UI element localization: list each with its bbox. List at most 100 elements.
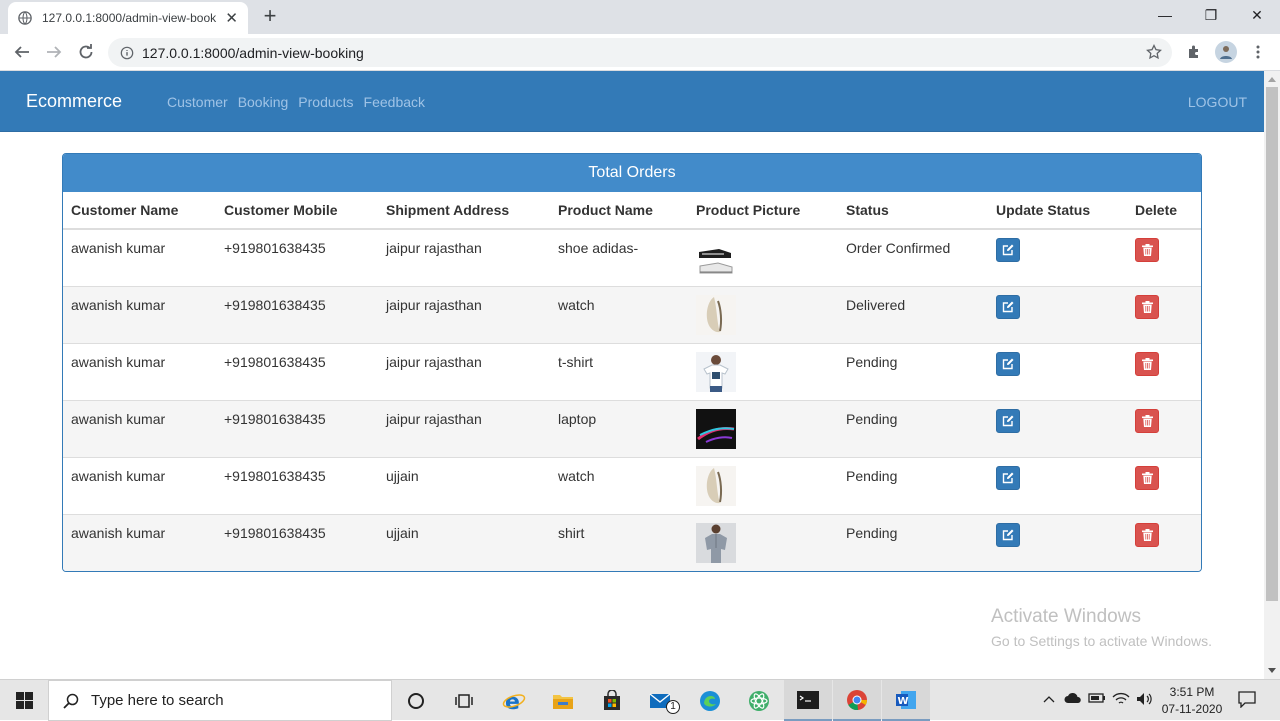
nav-links: Customer Booking Products Feedback (167, 94, 425, 110)
brand-logo[interactable]: Ecommerce (26, 91, 122, 112)
tab-title: 127.0.0.1:8000/admin-view-book (42, 11, 217, 25)
cell-customer-mobile: +919801638435 (216, 399, 378, 457)
trash-icon (1141, 244, 1153, 256)
delete-button[interactable] (1135, 238, 1159, 262)
cell-customer-name: awanish kumar (63, 456, 216, 514)
cell-update-status (988, 285, 1127, 343)
forward-arrow-icon (47, 46, 62, 58)
extensions-puzzle-icon[interactable] (1183, 41, 1205, 63)
watermark-subtitle: Go to Settings to activate Windows. (991, 633, 1212, 649)
delete-button[interactable] (1135, 351, 1159, 376)
cell-product-name: watch (550, 285, 688, 343)
update-status-button[interactable] (996, 522, 1020, 547)
orders-table-body: awanish kumar +919801638435 jaipur rajasth… (63, 228, 1201, 571)
internet-explorer-icon[interactable]: e (490, 680, 538, 721)
nav-link-booking[interactable]: Booking (238, 94, 289, 110)
cell-product-picture (688, 513, 838, 571)
restore-button[interactable]: ❐ (1188, 0, 1234, 30)
cell-update-status (988, 342, 1127, 400)
scroll-up-arrow[interactable] (1268, 77, 1276, 82)
search-icon (63, 693, 79, 709)
word-icon[interactable]: W (882, 680, 930, 721)
network-icon[interactable] (1112, 692, 1130, 709)
table-header-row: Customer Name Customer Mobile Shipment A… (63, 192, 1201, 230)
update-status-button[interactable] (996, 351, 1020, 376)
browser-tab[interactable]: 127.0.0.1:8000/admin-view-book ✕ (8, 2, 248, 34)
tab-close-icon[interactable]: ✕ (225, 9, 238, 27)
cell-product-picture (688, 456, 838, 514)
terminal-icon[interactable] (784, 680, 832, 721)
profile-avatar[interactable] (1215, 41, 1237, 63)
nav-link-customer[interactable]: Customer (167, 94, 228, 110)
nav-link-products[interactable]: Products (298, 94, 353, 110)
new-tab-button[interactable]: + (258, 4, 282, 28)
delete-button[interactable] (1135, 522, 1159, 547)
edge-icon[interactable] (686, 680, 734, 721)
address-bar[interactable]: 127.0.0.1:8000/admin-view-booking (108, 38, 1172, 67)
volume-icon[interactable] (1136, 692, 1154, 709)
onedrive-cloud-icon[interactable] (1064, 692, 1082, 707)
cell-product-picture (688, 399, 838, 457)
delete-button[interactable] (1135, 294, 1159, 319)
action-center-icon[interactable] (1238, 690, 1256, 711)
cell-update-status (988, 228, 1127, 286)
edit-icon (1002, 301, 1014, 312)
nav-link-feedback[interactable]: Feedback (364, 94, 425, 110)
cell-status: Pending (838, 342, 988, 400)
cell-product-picture (688, 342, 838, 400)
battery-icon[interactable] (1088, 692, 1106, 707)
scroll-down-arrow[interactable] (1268, 668, 1276, 673)
product-image (696, 351, 830, 392)
cortana-icon[interactable] (392, 680, 440, 721)
chrome-icon[interactable] (833, 680, 881, 721)
taskbar-search[interactable]: Type here to search (48, 680, 392, 721)
cell-delete (1127, 513, 1201, 571)
cell-delete (1127, 228, 1201, 286)
reload-icon (79, 44, 93, 59)
atom-app-icon[interactable] (735, 680, 783, 721)
microsoft-store-icon[interactable] (588, 680, 636, 721)
cell-status: Delivered (838, 285, 988, 343)
windows-logo-icon (15, 692, 33, 709)
cell-customer-name: awanish kumar (63, 399, 216, 457)
site-navbar: Ecommerce Customer Booking Products Feed… (0, 71, 1264, 132)
table-row: awanish kumar +919801638435 jaipur rajasth… (63, 342, 1201, 400)
mail-icon[interactable]: 1 (637, 680, 685, 721)
orders-panel: Total Orders Customer Name Customer Mobi… (62, 153, 1202, 572)
page-scrollbar[interactable] (1264, 71, 1280, 679)
task-view-icon[interactable] (440, 680, 488, 721)
cell-customer-mobile: +919801638435 (216, 228, 378, 286)
reload-button[interactable] (73, 39, 99, 65)
delete-button[interactable] (1135, 465, 1159, 490)
browser-menu-icon[interactable] (1247, 41, 1269, 63)
table-row: awanish kumar +919801638435 jaipur rajasth… (63, 228, 1201, 286)
orders-table: Customer Name Customer Mobile Shipment A… (63, 192, 1201, 571)
url-text[interactable]: 127.0.0.1:8000/admin-view-booking (142, 45, 364, 61)
windows-start-button[interactable] (0, 680, 48, 721)
clock-time: 3:51 PM (1169, 685, 1215, 699)
forward-button[interactable] (41, 39, 67, 65)
bookmark-star-icon[interactable] (1146, 44, 1162, 60)
update-status-button[interactable] (996, 294, 1020, 319)
update-status-button[interactable] (996, 408, 1020, 433)
back-button[interactable] (9, 39, 35, 65)
cell-product-name: shirt (550, 513, 688, 571)
trash-icon (1141, 528, 1153, 541)
delete-button[interactable] (1135, 408, 1159, 433)
file-explorer-icon[interactable] (539, 680, 587, 721)
tray-chevron-icon[interactable] (1043, 692, 1055, 707)
update-status-button[interactable] (996, 465, 1020, 490)
cell-delete (1127, 399, 1201, 457)
logout-link[interactable]: LOGOUT (1188, 94, 1247, 110)
cell-update-status (988, 513, 1127, 571)
scroll-thumb[interactable] (1266, 87, 1278, 601)
update-status-button[interactable] (996, 238, 1020, 262)
table-row: awanish kumar +919801638435 ujjain shirt Pen… (63, 513, 1201, 571)
info-icon[interactable] (120, 46, 134, 60)
close-window-button[interactable]: ✕ (1234, 0, 1280, 30)
windows-taskbar: Type here to search e 1 W 3:51 PM 07-11-… (0, 679, 1280, 721)
cell-customer-mobile: +919801638435 (216, 513, 378, 571)
minimize-button[interactable]: — (1142, 0, 1188, 30)
trash-icon (1141, 471, 1153, 484)
taskbar-clock[interactable]: 3:51 PM 07-11-2020 (1156, 684, 1228, 718)
